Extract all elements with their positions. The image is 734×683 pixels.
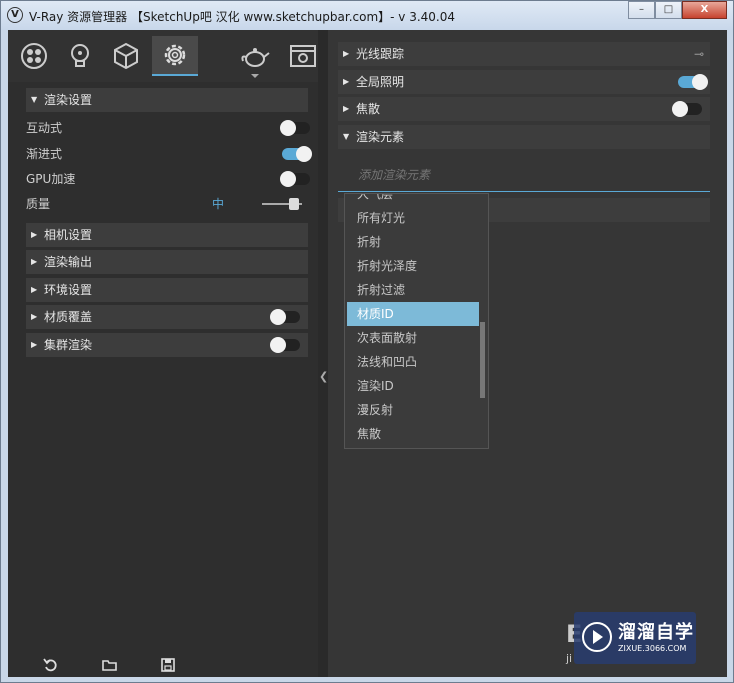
close-button[interactable]: X: [682, 1, 727, 19]
dropdown-item[interactable]: 所有灯光: [347, 206, 479, 230]
revert-icon[interactable]: [42, 656, 60, 674]
dropdown-item[interactable]: 折射: [347, 230, 479, 254]
pin-icon[interactable]: ⊸: [694, 42, 704, 66]
dropdown-item[interactable]: 折射过滤: [347, 278, 479, 302]
frame-buffer-tab[interactable]: [283, 36, 323, 76]
camera-settings-title: 相机设置: [44, 228, 93, 242]
dropdown-item[interactable]: 漫反射: [347, 398, 479, 422]
expanded-arrow-icon: ▼: [343, 132, 350, 141]
watermark-logo: 溜溜自学 ZIXUE.3066.COM: [574, 612, 696, 664]
dropdown-item-selected[interactable]: 材质ID: [347, 302, 479, 326]
swarm-render-title: 集群渲染: [44, 338, 93, 352]
expanded-arrow-icon: ▼: [31, 95, 38, 104]
geometry-cube-icon: [114, 42, 138, 70]
play-triangle-icon: [593, 630, 603, 644]
quality-value: 中: [212, 197, 225, 211]
vray-logo-icon: V: [7, 7, 23, 23]
collapsed-arrow-icon: ▶: [31, 312, 38, 321]
panel-collapse-handle[interactable]: ❮: [318, 30, 328, 677]
minimize-button[interactable]: –: [628, 1, 655, 19]
gi-header[interactable]: ▶ 全局照明: [338, 70, 710, 94]
camera-settings-header[interactable]: ▶ 相机设置: [26, 223, 308, 247]
maximize-button[interactable]: □: [655, 1, 682, 19]
collapsed-arrow-icon: ▶: [343, 104, 350, 113]
interactive-label: 互动式: [26, 121, 63, 135]
material-override-toggle[interactable]: [270, 309, 300, 325]
progressive-label: 渐进式: [26, 147, 63, 161]
render-output-title: 渲染输出: [44, 255, 93, 269]
gpu-label: GPU加速: [26, 172, 76, 186]
render-elements-title: 渲染元素: [356, 130, 405, 144]
settings-gear-icon: [164, 44, 186, 66]
client-area: ▼ 渲染设置 互动式 渐进式 GPU加速 质量 中 ▶ 相机设置 ▶ 渲染输出 …: [8, 30, 727, 677]
render-settings-header[interactable]: ▼ 渲染设置: [26, 88, 308, 112]
collapsed-arrow-icon: ▶: [343, 49, 350, 58]
dropdown-item[interactable]: 渲染ID: [347, 374, 479, 398]
quality-row: 质量 中: [26, 192, 308, 216]
material-override-title: 材质覆盖: [44, 310, 93, 324]
add-render-element-input[interactable]: [338, 158, 710, 192]
swarm-render-header[interactable]: ▶ 集群渲染: [26, 333, 308, 357]
collapsed-arrow-icon: ▶: [343, 77, 350, 86]
geometry-tab[interactable]: [106, 36, 146, 76]
progressive-toggle[interactable]: [282, 146, 312, 162]
caustics-title: 焦散: [356, 102, 381, 116]
lights-tab[interactable]: [60, 36, 100, 76]
title-bar: V V-Ray 资源管理器 【SketchUp吧 汉化 www.sketchup…: [1, 1, 733, 30]
collapsed-arrow-icon: ▶: [31, 257, 38, 266]
teapot-render-icon: [241, 48, 270, 67]
open-folder-icon[interactable]: [101, 656, 119, 674]
progressive-row: 渐进式: [26, 142, 312, 166]
caustics-toggle[interactable]: [672, 101, 702, 117]
environment-title: 环境设置: [44, 283, 93, 297]
save-icon[interactable]: [159, 656, 177, 674]
window-controls: – □ X: [628, 1, 727, 19]
main-toolbar: [8, 30, 318, 82]
window-title: V-Ray 资源管理器 【SketchUp吧 汉化 www.sketchupba…: [29, 10, 456, 24]
render-dropdown-caret-icon[interactable]: [251, 74, 259, 78]
dropdown-item[interactable]: 焦散: [347, 422, 479, 446]
render-settings-title: 渲染设置: [44, 93, 93, 107]
dropdown-item[interactable]: 大气层: [347, 194, 479, 206]
background-letters-small: ji: [566, 652, 573, 665]
right-panel: ▶ 光线跟踪 ⊸ ▶ 全局照明 ▶ 焦散 ▼ 渲染元素 大气层: [328, 30, 727, 677]
left-panel: ▼ 渲染设置 互动式 渐进式 GPU加速 质量 中 ▶ 相机设置 ▶ 渲染输出 …: [8, 30, 318, 677]
settings-tab[interactable]: [152, 36, 198, 76]
dropdown-item[interactable]: 折射光泽度: [347, 254, 479, 278]
collapsed-arrow-icon: ▶: [31, 230, 38, 239]
light-bulb-icon: [71, 44, 89, 67]
raytrace-title: 光线跟踪: [356, 47, 405, 61]
collapsed-arrow-icon: ▶: [31, 340, 38, 349]
render-elements-header[interactable]: ▼ 渲染元素: [338, 125, 710, 149]
caustics-header[interactable]: ▶ 焦散: [338, 97, 710, 121]
render-output-header[interactable]: ▶ 渲染输出: [26, 250, 308, 274]
bottom-toolbar: [8, 653, 318, 677]
quality-slider-thumb[interactable]: [289, 198, 299, 210]
watermark-text: 溜溜自学: [618, 622, 694, 643]
chevron-left-icon: ❮: [319, 370, 329, 383]
gpu-toggle[interactable]: [280, 171, 310, 187]
render-tab[interactable]: [235, 36, 275, 76]
material-override-header[interactable]: ▶ 材质覆盖: [26, 305, 308, 329]
render-element-dropdown[interactable]: 大气层 所有灯光 折射 折射光泽度 折射过滤 材质ID 次表面散射 法线和凹凸 …: [344, 193, 489, 449]
gi-toggle[interactable]: [678, 74, 708, 90]
environment-header[interactable]: ▶ 环境设置: [26, 278, 308, 302]
collapsed-arrow-icon: ▶: [31, 285, 38, 294]
app-window: V V-Ray 资源管理器 【SketchUp吧 汉化 www.sketchup…: [0, 0, 734, 683]
swarm-render-toggle[interactable]: [270, 337, 300, 353]
interactive-row: 互动式: [26, 116, 310, 140]
dropdown-item[interactable]: 次表面散射: [347, 326, 479, 350]
frame-buffer-icon: [290, 45, 316, 67]
dropdown-scrollbar[interactable]: [480, 322, 485, 398]
materials-tab[interactable]: [14, 36, 54, 76]
raytrace-header[interactable]: ▶ 光线跟踪 ⊸: [338, 42, 710, 66]
gi-title: 全局照明: [356, 75, 405, 89]
material-sphere-icon: [21, 43, 47, 69]
gpu-row: GPU加速: [26, 167, 310, 191]
dropdown-item[interactable]: 法线和凹凸: [347, 350, 479, 374]
quality-label: 质量: [26, 197, 51, 211]
watermark-subtext: ZIXUE.3066.COM: [618, 644, 687, 653]
interactive-toggle[interactable]: [280, 120, 310, 136]
